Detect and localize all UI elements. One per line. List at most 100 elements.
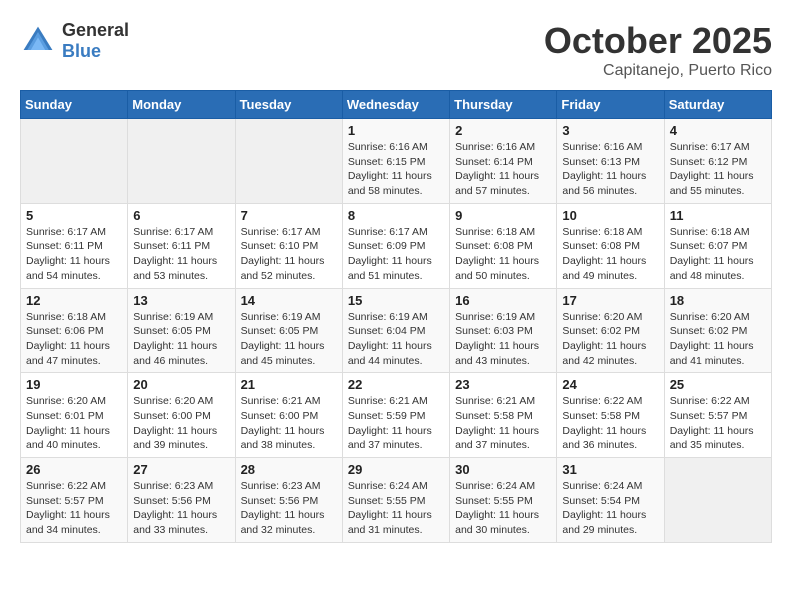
calendar-cell: 11Sunrise: 6:18 AMSunset: 6:07 PMDayligh…	[664, 203, 771, 288]
calendar-cell: 10 Sunrise: 6:18 AMSunset: 6:08 PMDayligh…	[557, 203, 664, 288]
day-info: Sunrise: 6:22 AMSunset: 5:57 PMDaylight:…	[670, 394, 766, 453]
calendar-cell: 20Sunrise: 6:20 AMSunset: 6:00 PMDayligh…	[128, 373, 235, 458]
title-block: October 2025 Capitanejo, Puerto Rico	[544, 20, 772, 80]
calendar-week-row: 26 Sunrise: 6:22 AMSunset: 5:57 PMDayligh…	[21, 458, 772, 543]
calendar-cell	[128, 119, 235, 204]
day-number: 12	[26, 293, 122, 308]
calendar-cell: 6 Sunrise: 6:17 AMSunset: 6:11 PMDaylight…	[128, 203, 235, 288]
calendar-header: SundayMondayTuesdayWednesdayThursdayFrid…	[21, 91, 772, 119]
day-info: Sunrise: 6:24 AMSunset: 5:55 PMDaylight:…	[348, 479, 444, 538]
day-info: Sunrise: 6:16 AMSunset: 6:14 PMDaylight:…	[455, 140, 551, 199]
page-header: General Blue October 2025 Capitanejo, Pu…	[20, 20, 772, 80]
weekday-header-monday: Monday	[128, 91, 235, 119]
calendar-cell: 23 Sunrise: 6:21 AMSunset: 5:58 PMDayligh…	[450, 373, 557, 458]
day-number: 17	[562, 293, 658, 308]
weekday-header-row: SundayMondayTuesdayWednesdayThursdayFrid…	[21, 91, 772, 119]
day-number: 1	[348, 123, 444, 138]
day-info: Sunrise: 6:16 AMSunset: 6:13 PMDaylight:…	[562, 140, 658, 199]
logo: General Blue	[20, 20, 129, 62]
day-number: 25	[670, 377, 766, 392]
calendar-cell: 12 Sunrise: 6:18 AMSunset: 6:06 PMDayligh…	[21, 288, 128, 373]
month-title: October 2025	[544, 20, 772, 62]
calendar-cell: 21Sunrise: 6:21 AMSunset: 6:00 PMDayligh…	[235, 373, 342, 458]
day-info: Sunrise: 6:17 AMSunset: 6:10 PMDaylight:…	[241, 225, 337, 284]
calendar-week-row: 12 Sunrise: 6:18 AMSunset: 6:06 PMDayligh…	[21, 288, 772, 373]
day-info: Sunrise: 6:19 AMSunset: 6:04 PMDaylight:…	[348, 310, 444, 369]
calendar-cell: 22 Sunrise: 6:21 AMSunset: 5:59 PMDayligh…	[342, 373, 449, 458]
calendar-table: SundayMondayTuesdayWednesdayThursdayFrid…	[20, 90, 772, 543]
weekday-header-sunday: Sunday	[21, 91, 128, 119]
calendar-cell: 29 Sunrise: 6:24 AMSunset: 5:55 PMDayligh…	[342, 458, 449, 543]
calendar-cell: 28Sunrise: 6:23 AMSunset: 5:56 PMDayligh…	[235, 458, 342, 543]
logo-icon	[20, 23, 56, 59]
calendar-cell: 26 Sunrise: 6:22 AMSunset: 5:57 PMDayligh…	[21, 458, 128, 543]
calendar-cell: 30Sunrise: 6:24 AMSunset: 5:55 PMDayligh…	[450, 458, 557, 543]
calendar-cell: 8Sunrise: 6:17 AMSunset: 6:09 PMDaylight…	[342, 203, 449, 288]
logo-text-general: General	[62, 20, 129, 40]
calendar-cell: 2 Sunrise: 6:16 AMSunset: 6:14 PMDaylight…	[450, 119, 557, 204]
day-number: 24	[562, 377, 658, 392]
day-number: 23	[455, 377, 551, 392]
day-info: Sunrise: 6:21 AMSunset: 5:59 PMDaylight:…	[348, 394, 444, 453]
day-number: 31	[562, 462, 658, 477]
location: Capitanejo, Puerto Rico	[544, 62, 772, 80]
calendar-cell: 4Sunrise: 6:17 AMSunset: 6:12 PMDaylight…	[664, 119, 771, 204]
day-number: 10	[562, 208, 658, 223]
day-number: 13	[133, 293, 229, 308]
day-info: Sunrise: 6:20 AMSunset: 6:01 PMDaylight:…	[26, 394, 122, 453]
calendar-cell: 3 Sunrise: 6:16 AMSunset: 6:13 PMDaylight…	[557, 119, 664, 204]
day-number: 3	[562, 123, 658, 138]
calendar-cell: 25 Sunrise: 6:22 AMSunset: 5:57 PMDayligh…	[664, 373, 771, 458]
day-number: 16	[455, 293, 551, 308]
calendar-cell: 18 Sunrise: 6:20 AMSunset: 6:02 PMDayligh…	[664, 288, 771, 373]
weekday-header-saturday: Saturday	[664, 91, 771, 119]
day-info: Sunrise: 6:20 AMSunset: 6:00 PMDaylight:…	[133, 394, 229, 453]
weekday-header-friday: Friday	[557, 91, 664, 119]
calendar-cell: 17 Sunrise: 6:20 AMSunset: 6:02 PMDayligh…	[557, 288, 664, 373]
calendar-week-row: 1 Sunrise: 6:16 AMSunset: 6:15 PMDaylight…	[21, 119, 772, 204]
calendar-cell: 19Sunrise: 6:20 AMSunset: 6:01 PMDayligh…	[21, 373, 128, 458]
calendar-cell: 5Sunrise: 6:17 AMSunset: 6:11 PMDaylight…	[21, 203, 128, 288]
weekday-header-wednesday: Wednesday	[342, 91, 449, 119]
day-info: Sunrise: 6:20 AMSunset: 6:02 PMDaylight:…	[562, 310, 658, 369]
day-info: Sunrise: 6:24 AMSunset: 5:54 PMDaylight:…	[562, 479, 658, 538]
calendar-cell	[235, 119, 342, 204]
weekday-header-thursday: Thursday	[450, 91, 557, 119]
day-info: Sunrise: 6:19 AMSunset: 6:03 PMDaylight:…	[455, 310, 551, 369]
day-info: Sunrise: 6:23 AMSunset: 5:56 PMDaylight:…	[133, 479, 229, 538]
day-info: Sunrise: 6:18 AMSunset: 6:08 PMDaylight:…	[562, 225, 658, 284]
day-number: 28	[241, 462, 337, 477]
calendar-cell: 1 Sunrise: 6:16 AMSunset: 6:15 PMDaylight…	[342, 119, 449, 204]
day-number: 15	[348, 293, 444, 308]
calendar-cell: 27Sunrise: 6:23 AMSunset: 5:56 PMDayligh…	[128, 458, 235, 543]
day-info: Sunrise: 6:21 AMSunset: 6:00 PMDaylight:…	[241, 394, 337, 453]
day-info: Sunrise: 6:21 AMSunset: 5:58 PMDaylight:…	[455, 394, 551, 453]
day-info: Sunrise: 6:22 AMSunset: 5:58 PMDaylight:…	[562, 394, 658, 453]
day-info: Sunrise: 6:16 AMSunset: 6:15 PMDaylight:…	[348, 140, 444, 199]
day-number: 7	[241, 208, 337, 223]
day-info: Sunrise: 6:20 AMSunset: 6:02 PMDaylight:…	[670, 310, 766, 369]
day-number: 14	[241, 293, 337, 308]
calendar-week-row: 5 Sunrise: 6:17 AMSunset: 6:11 PMDaylight…	[21, 203, 772, 288]
day-number: 30	[455, 462, 551, 477]
calendar-cell: 16 Sunrise: 6:19 AMSunset: 6:03 PMDayligh…	[450, 288, 557, 373]
day-number: 5	[26, 208, 122, 223]
day-info: Sunrise: 6:19 AMSunset: 6:05 PMDaylight:…	[241, 310, 337, 369]
day-number: 29	[348, 462, 444, 477]
day-info: Sunrise: 6:18 AMSunset: 6:06 PMDaylight:…	[26, 310, 122, 369]
calendar-cell: 14 Sunrise: 6:19 AMSunset: 6:05 PMDayligh…	[235, 288, 342, 373]
day-number: 6	[133, 208, 229, 223]
day-number: 18	[670, 293, 766, 308]
day-number: 2	[455, 123, 551, 138]
day-info: Sunrise: 6:22 AMSunset: 5:57 PMDaylight:…	[26, 479, 122, 538]
weekday-header-tuesday: Tuesday	[235, 91, 342, 119]
calendar-cell: 7 Sunrise: 6:17 AMSunset: 6:10 PMDaylight…	[235, 203, 342, 288]
calendar-cell: 13 Sunrise: 6:19 AMSunset: 6:05 PMDayligh…	[128, 288, 235, 373]
day-number: 22	[348, 377, 444, 392]
day-number: 26	[26, 462, 122, 477]
day-number: 9	[455, 208, 551, 223]
day-info: Sunrise: 6:17 AMSunset: 6:11 PMDaylight:…	[133, 225, 229, 284]
calendar-week-row: 19Sunrise: 6:20 AMSunset: 6:01 PMDayligh…	[21, 373, 772, 458]
day-info: Sunrise: 6:19 AMSunset: 6:05 PMDaylight:…	[133, 310, 229, 369]
calendar-cell: 31 Sunrise: 6:24 AMSunset: 5:54 PMDayligh…	[557, 458, 664, 543]
